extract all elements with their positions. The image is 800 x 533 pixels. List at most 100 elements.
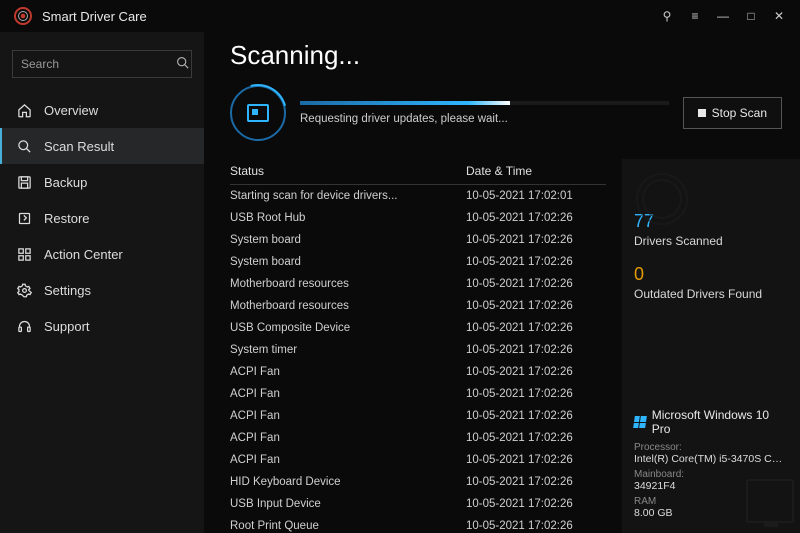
sidebar-item-scan-result[interactable]: Scan Result [0, 128, 204, 164]
row-datetime: 10-05-2021 17:02:26 [466, 432, 606, 444]
main-pane: Scanning... Requesting driver updates, p… [204, 32, 800, 533]
row-status: Root Print Queue [230, 520, 466, 532]
table-row: USB Composite Device10-05-2021 17:02:26 [230, 317, 606, 339]
table-row: ACPI Fan10-05-2021 17:02:26 [230, 383, 606, 405]
sidebar-item-backup[interactable]: Backup [0, 164, 204, 200]
grid-icon [16, 246, 32, 262]
table-row: ACPI Fan10-05-2021 17:02:26 [230, 427, 606, 449]
table-row: ACPI Fan10-05-2021 17:02:26 [230, 405, 606, 427]
row-status: USB Input Device [230, 498, 466, 510]
table-row: USB Input Device10-05-2021 17:02:26 [230, 493, 606, 515]
home-icon [16, 102, 32, 118]
row-datetime: 10-05-2021 17:02:01 [466, 190, 606, 202]
sidebar-item-label: Scan Result [44, 139, 114, 154]
sidebar-item-support[interactable]: Support [0, 308, 204, 344]
col-datetime: Date & Time [466, 164, 606, 178]
progress-wrap: Requesting driver updates, please wait..… [300, 101, 669, 125]
progress-bar [300, 101, 669, 105]
search-box[interactable] [12, 50, 192, 78]
search-input[interactable] [21, 57, 176, 71]
search-icon[interactable] [176, 56, 189, 72]
os-row: Microsoft Windows 10 Pro [634, 408, 788, 436]
sidebar-item-label: Settings [44, 283, 91, 298]
outdated-count: 0 [634, 264, 788, 285]
row-datetime: 10-05-2021 17:02:26 [466, 498, 606, 510]
row-status: System board [230, 256, 466, 268]
processor-key: Processor: [634, 442, 788, 453]
row-status: ACPI Fan [230, 388, 466, 400]
app-logo-icon [14, 7, 32, 25]
sidebar-item-label: Action Center [44, 247, 123, 262]
table-row: System board10-05-2021 17:02:26 [230, 251, 606, 273]
row-datetime: 10-05-2021 17:02:26 [466, 388, 606, 400]
restore-icon [16, 210, 32, 226]
sidebar-item-label: Overview [44, 103, 98, 118]
save-icon [16, 174, 32, 190]
minimize-button[interactable]: — [716, 9, 730, 23]
row-status: USB Composite Device [230, 322, 466, 334]
app-title: Smart Driver Care [42, 9, 147, 24]
table-header: Status Date & Time [230, 159, 606, 185]
sidebar-item-label: Support [44, 319, 90, 334]
row-datetime: 10-05-2021 17:02:26 [466, 520, 606, 532]
maximize-button[interactable]: □ [744, 9, 758, 23]
row-datetime: 10-05-2021 17:02:26 [466, 476, 606, 488]
sidebar-item-label: Backup [44, 175, 87, 190]
stop-icon [698, 109, 706, 117]
scan-spinner-icon [230, 85, 286, 141]
row-datetime: 10-05-2021 17:02:26 [466, 410, 606, 422]
window-controls: ⚲ ≡ — □ ✕ [660, 9, 792, 23]
row-datetime: 10-05-2021 17:02:26 [466, 366, 606, 378]
menu-icon[interactable]: ≡ [688, 9, 702, 23]
sidebar-item-overview[interactable]: Overview [0, 92, 204, 128]
progress-text: Requesting driver updates, please wait..… [300, 113, 669, 125]
stats-panel: 77 Drivers Scanned 0 Outdated Drivers Fo… [622, 159, 800, 533]
scan-results-table: Status Date & Time Starting scan for dev… [204, 159, 606, 533]
row-status: ACPI Fan [230, 410, 466, 422]
search-icon [16, 138, 32, 154]
table-body[interactable]: Starting scan for device drivers...10-05… [230, 185, 606, 533]
row-status: HID Keyboard Device [230, 476, 466, 488]
row-datetime: 10-05-2021 17:02:26 [466, 256, 606, 268]
outdated-label: Outdated Drivers Found [634, 287, 788, 301]
table-row: Root Print Queue10-05-2021 17:02:26 [230, 515, 606, 533]
drivers-scanned-count: 77 [634, 211, 788, 232]
table-row: System timer10-05-2021 17:02:26 [230, 339, 606, 361]
system-info: Microsoft Windows 10 Pro Processor: Inte… [634, 408, 788, 533]
sidebar: Overview Scan Result Backup Restore Action C… [0, 32, 204, 533]
row-status: System timer [230, 344, 466, 356]
stop-scan-button[interactable]: Stop Scan [683, 97, 782, 129]
windows-icon [633, 416, 646, 428]
table-row: USB Root Hub10-05-2021 17:02:26 [230, 207, 606, 229]
sidebar-item-action-center[interactable]: Action Center [0, 236, 204, 272]
stop-label: Stop Scan [712, 106, 767, 120]
row-status: Starting scan for device drivers... [230, 190, 466, 202]
col-status: Status [230, 164, 466, 178]
os-name: Microsoft Windows 10 Pro [652, 408, 788, 436]
row-status: Motherboard resources [230, 300, 466, 312]
table-row: Motherboard resources10-05-2021 17:02:26 [230, 273, 606, 295]
page-heading: Scanning... [204, 32, 800, 85]
close-button[interactable]: ✕ [772, 9, 786, 23]
progress-fill [300, 101, 510, 105]
gear-icon [16, 282, 32, 298]
row-status: Motherboard resources [230, 278, 466, 290]
sidebar-item-restore[interactable]: Restore [0, 200, 204, 236]
row-status: USB Root Hub [230, 212, 466, 224]
sidebar-item-label: Restore [44, 211, 90, 226]
row-datetime: 10-05-2021 17:02:26 [466, 234, 606, 246]
sidebar-item-settings[interactable]: Settings [0, 272, 204, 308]
row-status: ACPI Fan [230, 454, 466, 466]
drivers-scanned-label: Drivers Scanned [634, 234, 788, 248]
sidebar-menu: Overview Scan Result Backup Restore Action C… [0, 92, 204, 344]
row-datetime: 10-05-2021 17:02:26 [466, 278, 606, 290]
row-datetime: 10-05-2021 17:02:26 [466, 212, 606, 224]
user-icon[interactable]: ⚲ [660, 9, 674, 23]
table-row: System board10-05-2021 17:02:26 [230, 229, 606, 251]
table-row: ACPI Fan10-05-2021 17:02:26 [230, 449, 606, 471]
table-row: ACPI Fan10-05-2021 17:02:26 [230, 361, 606, 383]
row-status: ACPI Fan [230, 432, 466, 444]
computer-icon [746, 479, 794, 523]
scan-progress-row: Requesting driver updates, please wait..… [204, 85, 800, 141]
processor-value: Intel(R) Core(TM) i5-3470S CPU @ 2.9... [634, 453, 788, 465]
